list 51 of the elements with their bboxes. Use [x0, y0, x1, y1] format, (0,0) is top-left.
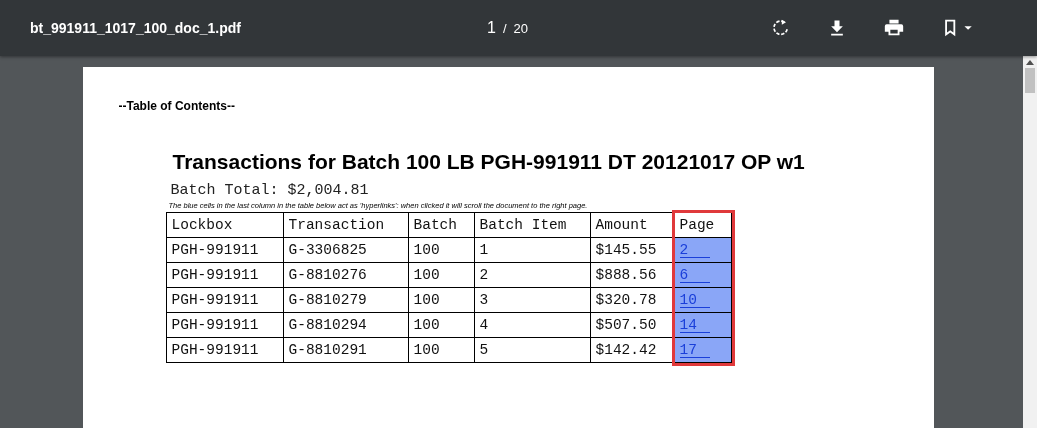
table-cell: G-8810291 [283, 338, 409, 363]
document-title: Transactions for Batch 100 LB PGH-991911 DT 20121017 OP w1 [172, 150, 806, 174]
scroll-up-icon[interactable] [1026, 60, 1034, 65]
table-cell: 1 [474, 238, 591, 263]
table-cell: $145.55 [590, 238, 675, 263]
table-cell: PGH-991911 [166, 338, 284, 363]
table-cell: 4 [474, 313, 591, 338]
page-separator: / [502, 21, 507, 36]
link-cell[interactable]: 10 [674, 288, 732, 313]
page-link[interactable]: 6 [679, 267, 710, 283]
file-name: bt_991911_1017_100_doc_1.pdf [30, 20, 242, 36]
link-cell[interactable]: 17 [674, 338, 732, 363]
table-cell: G-8810294 [283, 313, 409, 338]
column-header: Batch [408, 213, 475, 238]
scroll-thumb[interactable] [1025, 68, 1035, 93]
column-header: Lockbox [166, 213, 284, 238]
page-link[interactable]: 10 [679, 292, 710, 308]
table-cell: PGH-991911 [166, 288, 284, 313]
link-cell[interactable]: 6 [674, 263, 732, 288]
table-cell: PGH-991911 [166, 238, 284, 263]
table-cell: 100 [408, 338, 475, 363]
toc-heading: --Table of Contents-- [118, 99, 236, 113]
scrollbar[interactable] [1023, 56, 1037, 428]
table-cell: G-8810276 [283, 263, 409, 288]
table-cell: PGH-991911 [166, 263, 284, 288]
table-cell: $142.42 [590, 338, 675, 363]
table-cell: 2 [474, 263, 591, 288]
table-cell: 3 [474, 288, 591, 313]
batch-total: Batch Total: $2,004.81 [170, 182, 370, 199]
link-cell[interactable]: 2 [674, 238, 732, 263]
table-cell: PGH-991911 [166, 313, 284, 338]
page-link[interactable]: 17 [679, 342, 710, 358]
table-cell: $507.50 [590, 313, 675, 338]
table-cell: 100 [408, 288, 475, 313]
column-header: Batch Item [474, 213, 591, 238]
column-header: Transaction [283, 213, 409, 238]
page-link[interactable]: 14 [679, 317, 710, 333]
table-cell: $320.78 [590, 288, 675, 313]
rotate-icon[interactable] [771, 18, 791, 38]
table-cell: G-3306825 [283, 238, 409, 263]
page-link[interactable]: 2 [679, 242, 710, 258]
table-cell: 5 [474, 338, 591, 363]
total-pages: 20 [513, 21, 528, 36]
table-cell: 100 [408, 313, 475, 338]
table-cell: G-8810279 [283, 288, 409, 313]
current-page: 1 [487, 19, 496, 37]
table-cell: 100 [408, 263, 475, 288]
table-cell: 100 [408, 238, 475, 263]
link-cell[interactable]: 14 [674, 313, 732, 338]
column-header: Amount [590, 213, 675, 238]
table-cell: $888.56 [590, 263, 675, 288]
